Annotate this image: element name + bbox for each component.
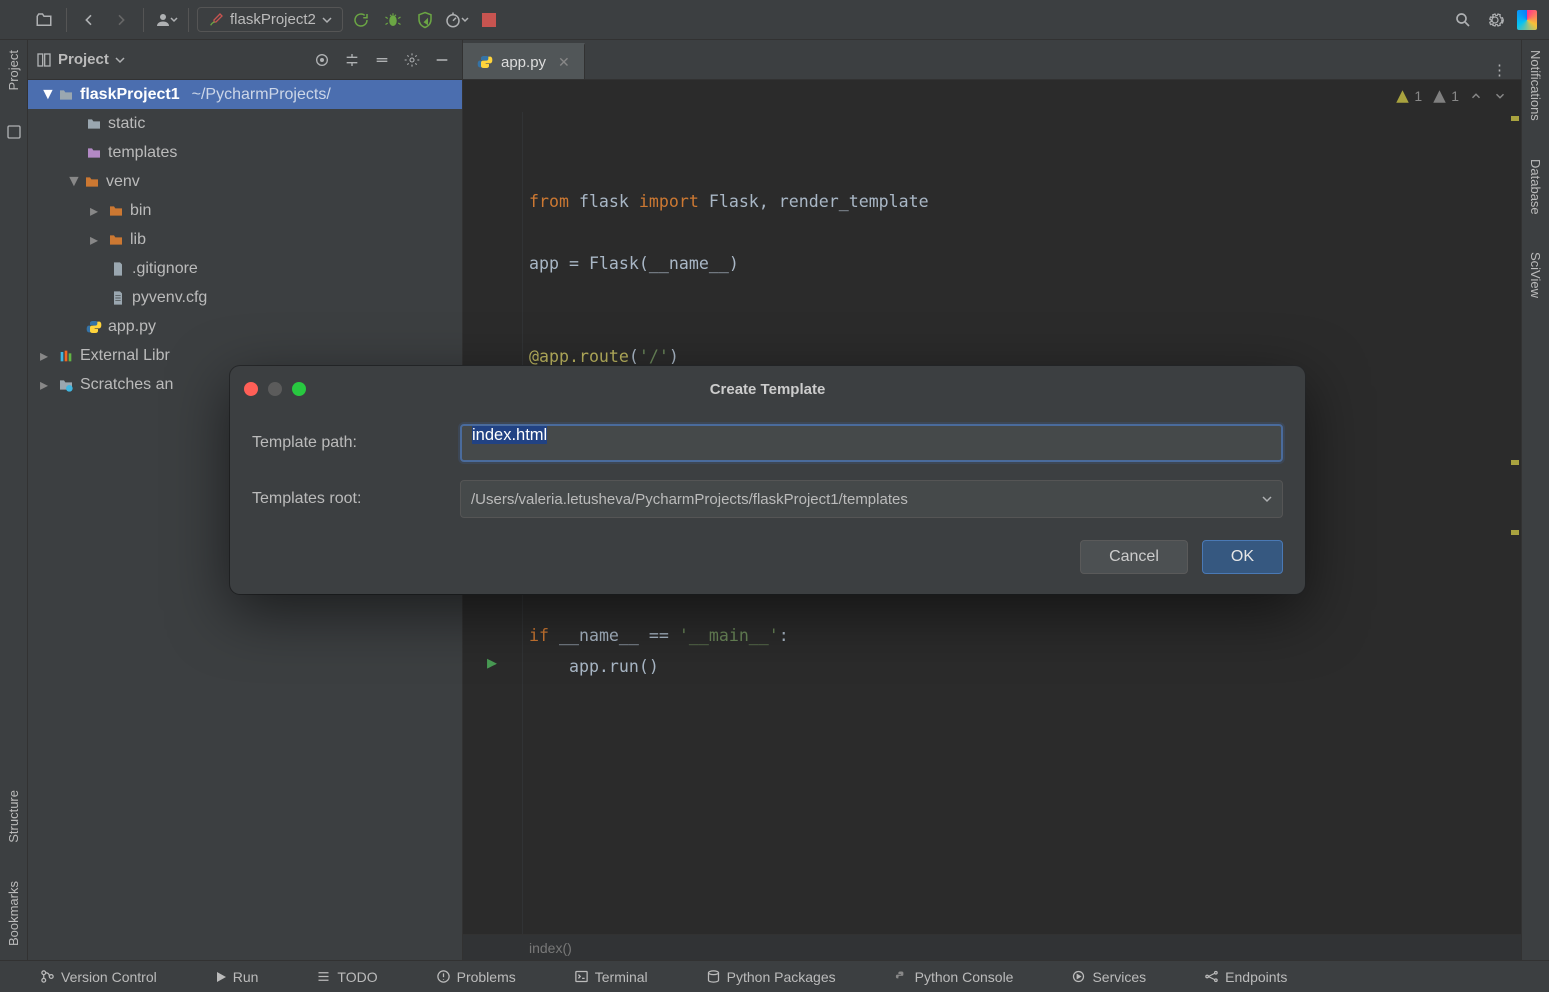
window-zoom-icon[interactable] [292, 382, 306, 396]
chevron-down-icon [1262, 494, 1272, 504]
cancel-button[interactable]: Cancel [1080, 540, 1188, 574]
label-templates-root: Templates root: [252, 490, 452, 508]
ok-button[interactable]: OK [1202, 540, 1283, 574]
modal-overlay: Create Template Template path: index.htm… [0, 0, 1549, 992]
dialog-title: Create Template [710, 381, 826, 398]
window-close-icon[interactable] [244, 382, 258, 396]
dialog-titlebar: Create Template [230, 366, 1305, 412]
create-template-dialog: Create Template Template path: index.htm… [230, 366, 1305, 594]
window-minimize-icon [268, 382, 282, 396]
label-template-path: Template path: [252, 434, 452, 452]
template-path-input[interactable]: index.html [460, 424, 1283, 462]
templates-root-combo[interactable]: /Users/valeria.letusheva/PycharmProjects… [460, 480, 1283, 518]
